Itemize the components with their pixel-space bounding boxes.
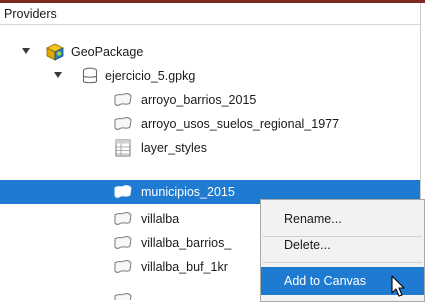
tree-item-geopackage[interactable]: GeoPackage bbox=[0, 40, 420, 64]
polygon-layer-icon bbox=[114, 93, 132, 106]
menu-item-rename[interactable]: Rename... bbox=[261, 205, 424, 233]
tree-item-label: municipios_2015 bbox=[141, 185, 235, 199]
panel-title: Providers bbox=[4, 7, 57, 21]
menu-separator bbox=[263, 262, 422, 263]
table-icon bbox=[115, 139, 131, 157]
tree-item-label: GeoPackage bbox=[71, 45, 144, 59]
menu-item-label: Delete... bbox=[284, 238, 331, 252]
mouse-cursor-icon bbox=[391, 275, 405, 297]
tree-item-label: villalba_barrios_ bbox=[141, 236, 232, 250]
polygon-layer-icon bbox=[114, 293, 132, 300]
expand-arrow-icon[interactable] bbox=[22, 48, 30, 54]
polygon-layer-icon bbox=[114, 236, 132, 249]
database-icon bbox=[82, 67, 98, 84]
menu-item-delete[interactable]: Delete... bbox=[261, 231, 424, 259]
tree-item-ejercicio-gpkg[interactable]: ejercicio_5.gpkg bbox=[0, 64, 420, 88]
tree-item-arroyo-barrios-2015[interactable]: arroyo_barrios_2015 bbox=[0, 88, 420, 112]
tree-item-layer-styles[interactable]: layer_styles bbox=[0, 136, 420, 160]
polygon-layer-icon bbox=[114, 260, 132, 273]
expand-arrow-icon[interactable] bbox=[54, 72, 62, 78]
tree-item-label: ejercicio_5.gpkg bbox=[105, 69, 196, 83]
geopackage-icon bbox=[46, 43, 64, 61]
panel-header: Providers bbox=[0, 3, 420, 25]
tree-item-label: arroyo_usos_suelos_regional_1977 bbox=[141, 117, 340, 131]
tree-item-label: arroyo_barrios_2015 bbox=[141, 93, 257, 107]
menu-item-label: Add to Canvas bbox=[284, 274, 366, 288]
menu-item-label: Rename... bbox=[284, 212, 342, 226]
tree-item-arroyo-usos-suelos[interactable]: arroyo_usos_suelos_regional_1977 bbox=[0, 112, 420, 136]
tree-item-label: layer_styles bbox=[141, 141, 207, 155]
polygon-layer-icon bbox=[114, 117, 132, 130]
tree-item-label: villalba bbox=[141, 212, 180, 226]
tree-item-label: villalba_buf_1kr bbox=[141, 260, 228, 274]
polygon-layer-icon bbox=[114, 212, 132, 225]
polygon-layer-icon bbox=[114, 185, 132, 198]
